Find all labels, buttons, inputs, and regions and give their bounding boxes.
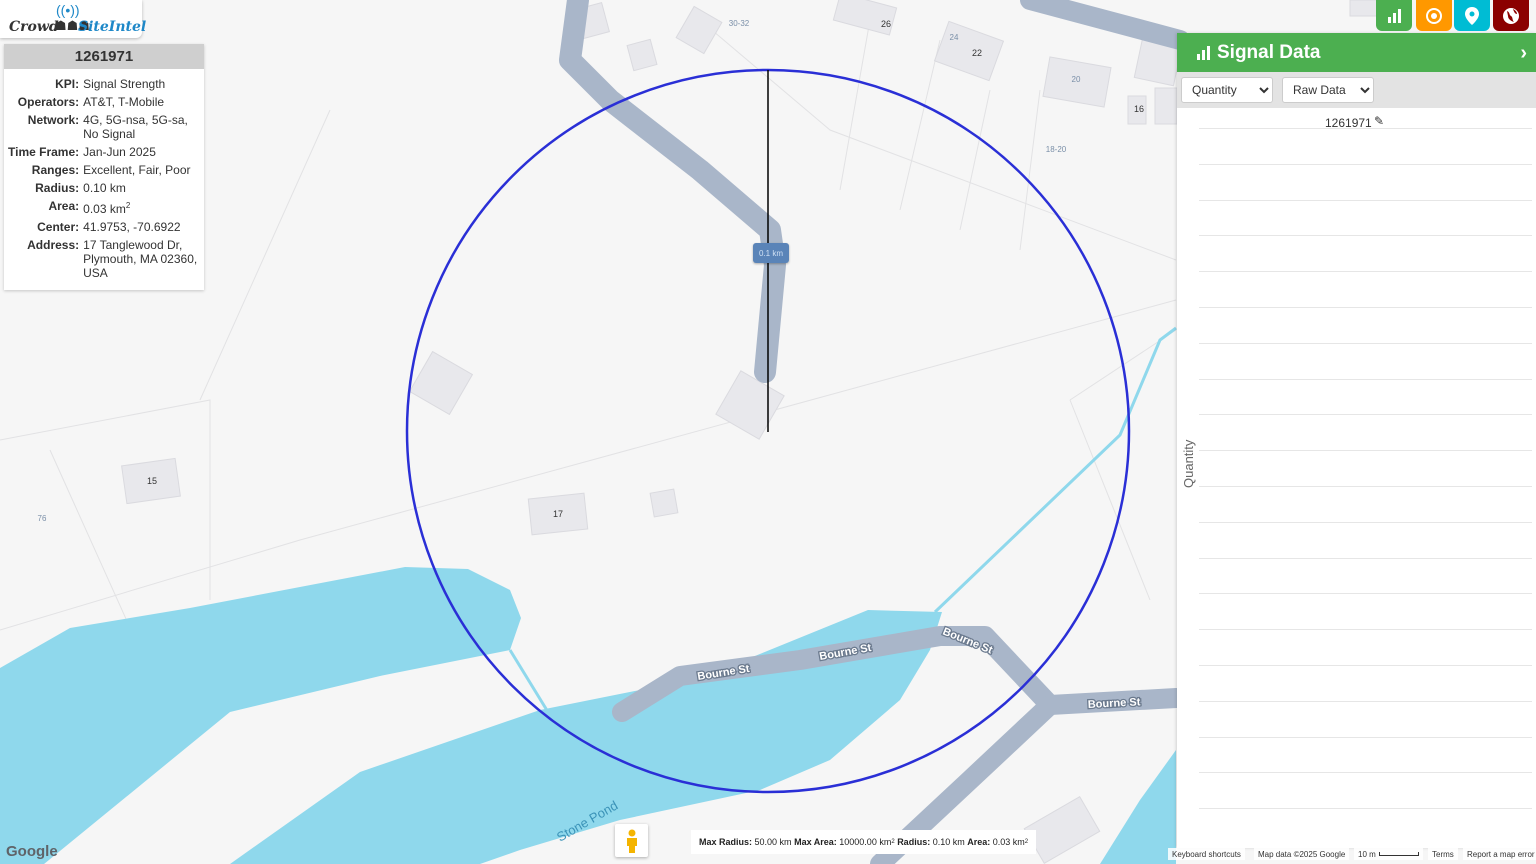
chart-gridline: [1199, 271, 1532, 273]
crowdsiteintel-logo[interactable]: ((•)) Crowd ☗☗☗ SiteIntel: [0, 0, 146, 38]
chart-gridline: [1199, 629, 1532, 631]
google-logo[interactable]: Google: [6, 843, 58, 860]
globe-icon: [1503, 7, 1519, 24]
house-number-26: 26: [881, 19, 891, 29]
signal-chart: 1261971 ✎ Quantity: [1177, 108, 1536, 848]
info-row-key: Area:: [48, 199, 80, 213]
chart-gridline: [1199, 486, 1532, 487]
signal-wave-icon: ((•)): [56, 2, 80, 18]
logo-text-siteintel: SiteIntel: [78, 19, 147, 35]
info-row: Radius: 0.10 km: [6, 179, 200, 197]
info-row-value: Excellent, Fair, Poor: [83, 163, 191, 177]
info-row-key: Network:: [27, 113, 80, 127]
info-row-key: Radius:: [35, 181, 80, 195]
house-number-18-20: 18-20: [1046, 145, 1067, 154]
info-row: Ranges: Excellent, Fair, Poor: [6, 161, 200, 179]
logo-text-crowd: Crowd: [9, 19, 59, 35]
house-number-76: 76: [38, 514, 47, 523]
chart-gridline: [1199, 342, 1532, 344]
house-number-24: 24: [950, 33, 959, 42]
metric-select[interactable]: Quantity: [1181, 77, 1273, 103]
radius-status-bar: Max Radius: 50.00 km Max Area: 10000.00 …: [691, 830, 1037, 854]
chart-gridline: [1199, 235, 1532, 237]
bar-chart-icon: [1388, 8, 1401, 23]
info-row-value: 0.10 km: [83, 181, 126, 195]
info-row-value: AT&T, T-Mobile: [83, 95, 165, 109]
info-panel: 1261971 KPI: Signal Strength Operators: AT&…: [4, 44, 204, 290]
info-row-value: Jan-Jun 2025: [83, 145, 156, 159]
info-row-key: Time Frame:: [8, 145, 80, 159]
target-icon: [1426, 7, 1442, 24]
chart-gridline: [1199, 772, 1532, 774]
chart-gridline: [1199, 557, 1532, 559]
info-row: Area: 0.03 km2: [6, 197, 200, 218]
chart-gridline: [1199, 736, 1532, 738]
signal-data-controls: Quantity Raw Data: [1177, 72, 1536, 108]
info-row: Center: 41.9753, -70.6922: [6, 218, 200, 236]
info-row-key: Address:: [27, 238, 80, 252]
house-number-20: 20: [1072, 75, 1081, 84]
info-row-value: Signal Strength: [83, 77, 166, 91]
house-number-16: 16: [1134, 104, 1144, 114]
info-row-value: 17 Tanglewood Dr, Plymouth, MA 02360, US…: [83, 238, 198, 280]
map-pin-icon: [1465, 6, 1479, 25]
info-row: Operators: AT&T, T-Mobile: [6, 93, 200, 111]
data-mode-select[interactable]: Raw Data: [1282, 77, 1374, 103]
keyboard-shortcuts-link[interactable]: Keyboard shortcuts: [1168, 848, 1245, 860]
street-view-pegman[interactable]: [615, 824, 648, 857]
info-row-value: 0.03 km2: [83, 201, 131, 216]
info-row: Time Frame: Jan-Jun 2025: [6, 143, 200, 161]
signal-data-header: Signal Data ›: [1177, 33, 1536, 72]
chart-gridline: [1199, 808, 1532, 810]
info-row-key: Ranges:: [31, 163, 80, 177]
chart-gridline: [1199, 700, 1532, 702]
chart-gridline: [1199, 521, 1532, 523]
chart-gridline: [1199, 199, 1532, 201]
house-number-15: 15: [147, 476, 157, 486]
chart-gridline: [1199, 665, 1532, 666]
chart-button[interactable]: [1376, 0, 1412, 31]
house-number-30-32: 30-32: [729, 19, 750, 28]
chart-gridline: [1199, 307, 1532, 308]
info-row: Network: 4G, 5G-nsa, 5G-sa, No Signal: [6, 111, 200, 143]
pencil-icon[interactable]: ✎: [1374, 114, 1384, 128]
house-number-17: 17: [553, 509, 563, 519]
location-button[interactable]: [1454, 0, 1490, 31]
info-row: KPI: Signal Strength: [6, 75, 200, 93]
chart-gridline: [1199, 450, 1532, 452]
pegman-icon: [626, 829, 637, 853]
map-scale[interactable]: 10 m: [1354, 848, 1423, 860]
signal-data-panel: Signal Data › Quantity Raw Data 1261971 …: [1177, 33, 1536, 848]
chart-gridline: [1199, 378, 1532, 380]
info-row: Address: 17 Tanglewood Dr, Plymouth, MA 0…: [6, 236, 200, 282]
info-row-key: Center:: [37, 220, 80, 234]
chart-y-axis-label: Quantity: [1181, 439, 1196, 488]
chart-gridline: [1199, 593, 1532, 595]
chart-gridline: [1199, 414, 1532, 416]
chart-gridline: [1199, 128, 1532, 129]
signal-data-title: Signal Data: [1217, 41, 1321, 63]
info-panel-title: 1261971: [4, 44, 204, 69]
measure-label: 0.1 km: [753, 243, 789, 263]
target-button[interactable]: [1416, 0, 1452, 31]
map-data-credit: Map data ©2025 Google: [1254, 848, 1350, 860]
scale-bar: [1378, 852, 1419, 856]
signal-bars-icon: [1197, 45, 1210, 60]
info-row-value: 41.9753, -70.6922: [83, 220, 181, 234]
chart-gridline: [1199, 163, 1532, 165]
info-table: KPI: Signal Strength Operators: AT&T, T-Mob…: [6, 75, 200, 282]
info-row-value: 4G, 5G-nsa, 5G-sa, No Signal: [83, 113, 188, 141]
info-row-key: Operators:: [17, 95, 80, 109]
report-map-error-link[interactable]: Report a map error: [1463, 848, 1536, 860]
terms-link[interactable]: Terms: [1428, 848, 1458, 860]
info-row-key: KPI:: [55, 77, 80, 91]
house-number-22: 22: [972, 48, 982, 58]
globe-button[interactable]: [1493, 0, 1529, 31]
chevron-right-icon[interactable]: ›: [1520, 42, 1527, 65]
